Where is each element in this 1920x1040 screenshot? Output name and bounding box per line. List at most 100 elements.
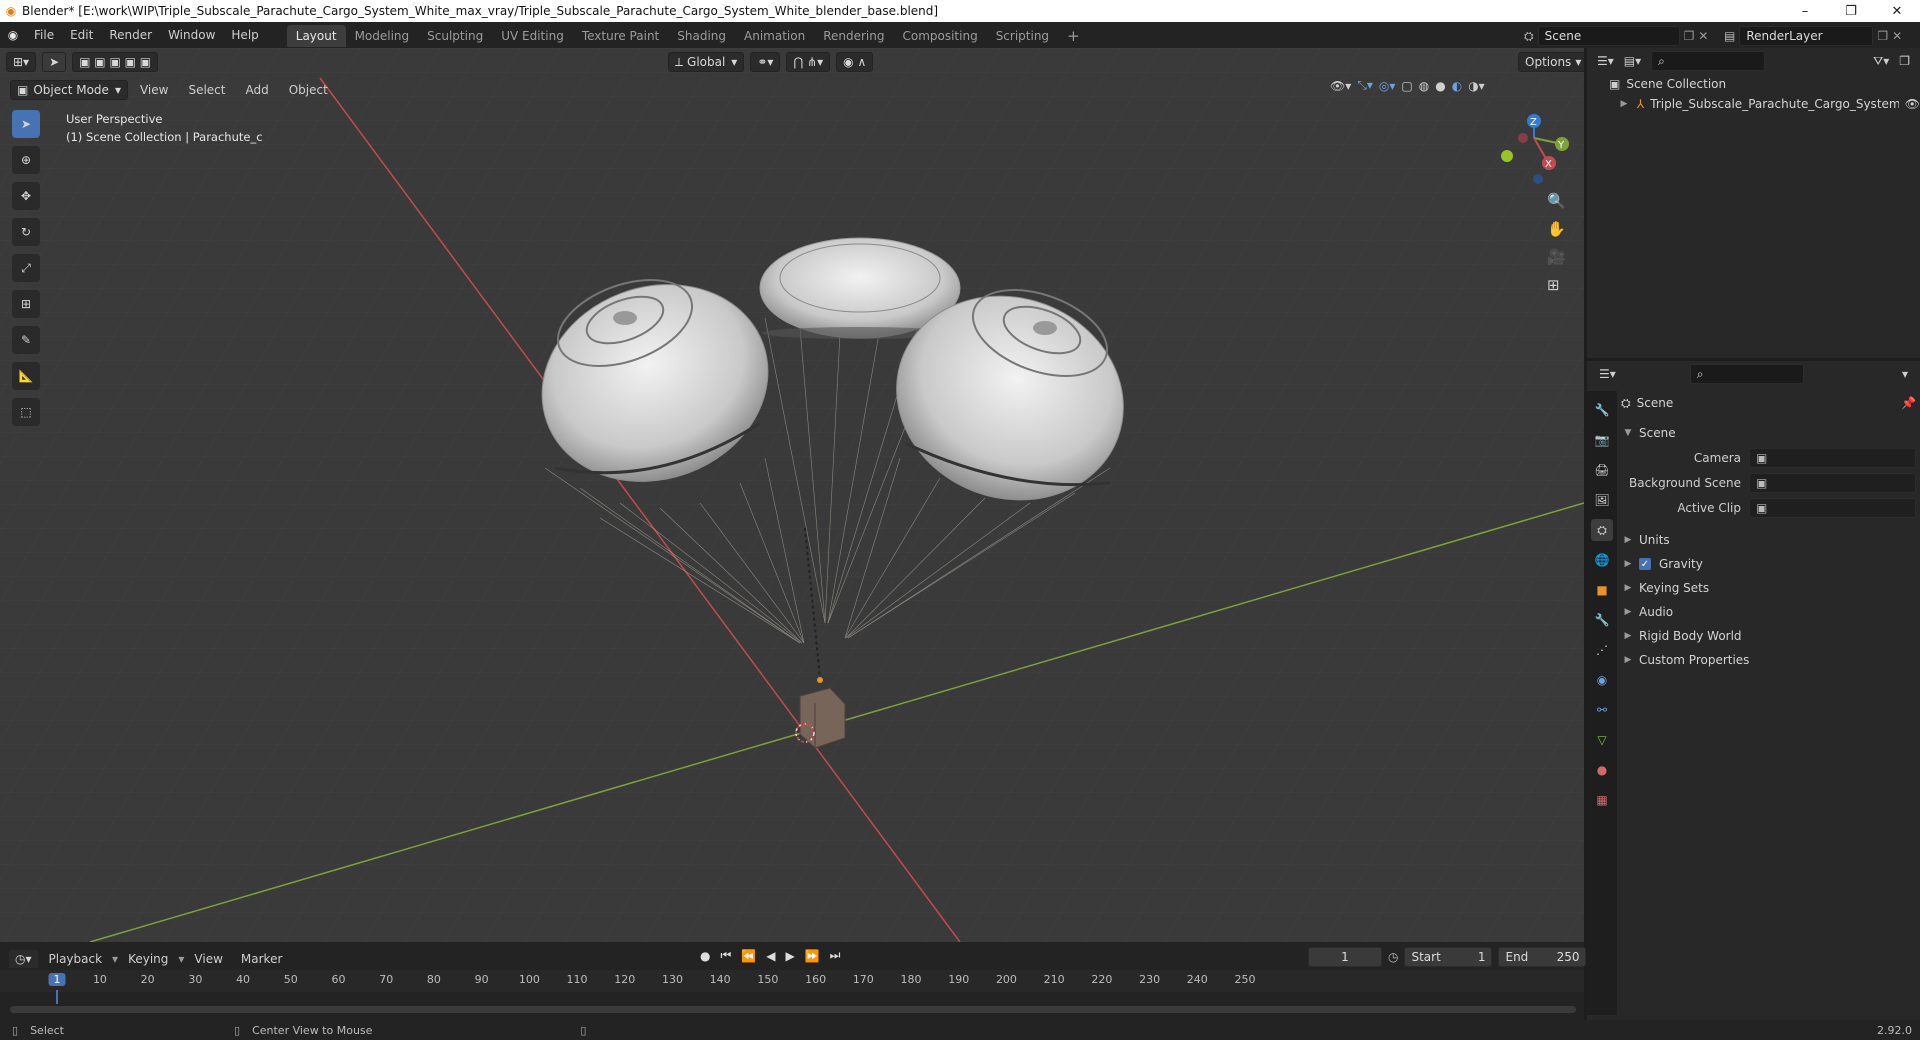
start-frame-field[interactable]: Start 1	[1404, 947, 1493, 967]
playhead-line[interactable]	[56, 990, 58, 1004]
visibility-eye-icon[interactable]: 👁	[1905, 97, 1920, 111]
scene-panel-header[interactable]: ▼ Scene	[1621, 421, 1916, 445]
rendered-shading-icon[interactable]: ◑▾	[1468, 79, 1485, 93]
pan-hand-icon[interactable]: ✋	[1547, 220, 1566, 238]
jump-end-icon[interactable]: ⏭	[830, 948, 841, 963]
expand-arrow-icon[interactable]: ▶	[1617, 99, 1631, 109]
tab-animation[interactable]: Animation	[735, 25, 814, 47]
gizmo-toggle-icon[interactable]: ⤡▾	[1357, 78, 1373, 93]
viewport-menu-object[interactable]: Object	[281, 77, 336, 103]
jump-keyframe-forward-icon[interactable]: ⏩	[805, 949, 820, 963]
subpanel-custom-properties[interactable]: ▶ Custom Properties	[1621, 648, 1916, 672]
proportional-edit-toggle[interactable]: ◉ ∧	[836, 52, 874, 72]
solid-shading-icon[interactable]: ●	[1435, 79, 1445, 93]
jump-start-icon[interactable]: ⏮	[720, 948, 731, 963]
subpanel-units[interactable]: ▶ Units	[1621, 528, 1916, 552]
scene-selector[interactable]: Scene	[1537, 26, 1680, 46]
tab-sculpting[interactable]: Sculpting	[418, 25, 492, 47]
subpanel-keying-sets[interactable]: ▶ Keying Sets	[1621, 576, 1916, 600]
select-box-mode[interactable]: ➤	[42, 52, 67, 72]
end-frame-field[interactable]: End 250	[1498, 947, 1587, 967]
modifier-tab[interactable]: 🔧	[1591, 609, 1613, 631]
transform-tool[interactable]: ⊞	[12, 290, 40, 318]
zoom-icon[interactable]: 🔍	[1547, 192, 1566, 210]
data-tab[interactable]: ▽	[1591, 729, 1613, 751]
view-layer-tab[interactable]: 🖼	[1591, 489, 1613, 511]
timeline-editor[interactable]: ◷▾ Playback ▾ Keying ▾ View Marker ● ⏮ ⏪ ◀…	[0, 942, 1587, 1020]
subpanel-gravity[interactable]: ▶ ✓ Gravity	[1621, 552, 1916, 576]
timeline-menu-playback[interactable]: Playback	[41, 946, 111, 972]
tab-rendering[interactable]: Rendering	[814, 25, 893, 47]
timeline-scrollbar[interactable]	[10, 1006, 1576, 1013]
object-tab[interactable]: ■	[1591, 579, 1613, 601]
constraints-tab[interactable]: ⚯	[1591, 699, 1613, 721]
material-tab[interactable]: ●	[1591, 759, 1613, 781]
annotate-tool[interactable]: ✎	[12, 326, 40, 354]
field-input[interactable]: ▣	[1749, 447, 1916, 468]
3d-viewport[interactable]: Z Y X ⊞▾ ➤ ▣ ▣ ▣ ▣ ▣ ⟂ Global ▾ ⚭▾ ⋂ ⋔▾ ◉ …	[0, 48, 1584, 942]
tab-modeling[interactable]: Modeling	[346, 25, 419, 47]
visibility-icon[interactable]: 👁▾	[1330, 79, 1351, 93]
add-workspace-button[interactable]: +	[1058, 25, 1089, 47]
editor-type-button[interactable]: ⊞▾	[6, 52, 37, 72]
viewport-menu-add[interactable]: Add	[237, 77, 276, 103]
timeline-menu-marker[interactable]: Marker	[233, 946, 290, 972]
wireframe-shading-icon[interactable]: ◍	[1419, 79, 1429, 93]
material-shading-icon[interactable]: ◐	[1452, 79, 1462, 93]
delete-scene-icon[interactable]: ✕	[1698, 29, 1708, 43]
tool-tab[interactable]: 🔧	[1591, 399, 1613, 421]
new-view-layer-icon[interactable]: ❐	[1877, 29, 1888, 43]
close-button[interactable]: ✕	[1874, 0, 1920, 22]
xray-toggle-icon[interactable]: ▢	[1401, 79, 1412, 93]
physics-tab[interactable]: ◉	[1591, 669, 1613, 691]
menu-render[interactable]: Render	[101, 22, 160, 48]
tab-uv-editing[interactable]: UV Editing	[492, 25, 573, 47]
options-chevron-icon[interactable]: ▾	[1902, 367, 1908, 381]
delete-view-layer-icon[interactable]: ✕	[1892, 29, 1902, 43]
overlay-toggle-icon[interactable]: ◎▾	[1379, 79, 1396, 93]
render-tab[interactable]: 📷	[1591, 429, 1613, 451]
blender-menu-icon[interactable]: ◉	[0, 28, 26, 42]
world-tab[interactable]: 🌐	[1591, 549, 1613, 571]
properties-editor-type-icon[interactable]: ☰▾	[1599, 367, 1616, 381]
outliner-scene-collection[interactable]: ▣ Scene Collection	[1587, 74, 1920, 94]
timeline-editor-type[interactable]: ◷▾	[8, 949, 39, 969]
properties-editor[interactable]: ☰▾ ⌕ ▾ 🔧 📷 🖨 🖼 ⛭ 🌐 ■ 🔧 ⋰ ◉ ⚯ ▽ ● ▦ ⛭ Sce…	[1587, 361, 1920, 1020]
stopwatch-icon[interactable]: ◷	[1388, 950, 1398, 964]
new-scene-icon[interactable]: ❐	[1684, 29, 1695, 43]
viewport-menu-select[interactable]: Select	[180, 77, 233, 103]
subpanel-rigid-body-world[interactable]: ▶ Rigid Body World	[1621, 624, 1916, 648]
tab-layout[interactable]: Layout	[286, 25, 346, 47]
options-dropdown[interactable]: Options ▾	[1518, 52, 1584, 72]
outliner-object-row[interactable]: ▶ ⅄ Triple_Subscale_Parachute_Cargo_Syst…	[1587, 94, 1920, 114]
display-mode-icon[interactable]: ▤▾	[1624, 54, 1641, 68]
record-icon[interactable]: ●	[700, 949, 710, 963]
tab-scripting[interactable]: Scripting	[987, 25, 1058, 47]
outliner-editor[interactable]: ☰▾ ▤▾ ⌕ ⛛▾ ❐ ▣ Scene Collection ▶ ⅄ Trip…	[1587, 48, 1920, 358]
cursor-tool[interactable]: ⊕	[12, 146, 40, 174]
select-tool[interactable]: ➤	[12, 110, 40, 138]
particles-tab[interactable]: ⋰	[1591, 639, 1613, 661]
tab-texture-paint[interactable]: Texture Paint	[573, 25, 668, 47]
snap-toggle[interactable]: ⋂ ⋔▾	[786, 52, 831, 72]
maximize-button[interactable]: ❐	[1828, 0, 1874, 22]
transform-orientation-dropdown[interactable]: ⟂ Global ▾	[668, 52, 745, 72]
perspective-toggle-icon[interactable]: ⊞	[1547, 276, 1566, 294]
tab-compositing[interactable]: Compositing	[893, 25, 986, 47]
scale-tool[interactable]: ⤢	[12, 254, 40, 282]
tab-shading[interactable]: Shading	[668, 25, 735, 47]
play-reverse-icon[interactable]: ◀	[766, 949, 775, 963]
mode-dropdown[interactable]: ▣ Object Mode ▾	[10, 80, 128, 100]
measure-tool[interactable]: 📐	[12, 362, 40, 390]
view-layer-selector[interactable]: RenderLayer	[1739, 26, 1874, 46]
move-tool[interactable]: ✥	[12, 182, 40, 210]
properties-search-input[interactable]: ⌕	[1689, 364, 1804, 384]
scene-tab[interactable]: ⛭	[1591, 519, 1613, 541]
play-icon[interactable]: ▶	[785, 949, 794, 963]
viewport-menu-view[interactable]: View	[132, 77, 176, 103]
menu-window[interactable]: Window	[160, 22, 223, 48]
pivot-dropdown[interactable]: ⚭▾	[750, 52, 781, 72]
current-frame-field[interactable]: 1	[1308, 947, 1382, 967]
camera-view-icon[interactable]: 🎥	[1547, 248, 1566, 266]
outliner-search-input[interactable]: ⌕	[1651, 51, 1766, 71]
